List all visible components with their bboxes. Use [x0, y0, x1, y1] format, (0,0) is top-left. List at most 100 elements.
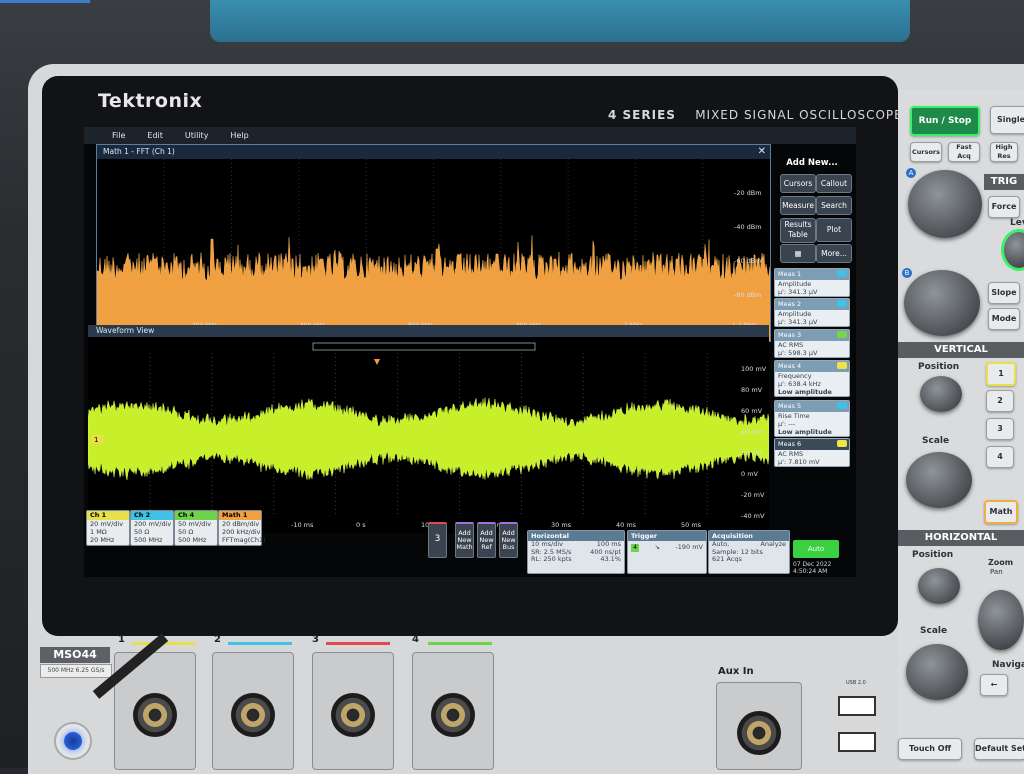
multipurpose-knob-a[interactable] [908, 170, 982, 238]
grid-icon: ▦ [794, 249, 802, 258]
input-2-color-bar [228, 642, 292, 645]
input-3-port[interactable] [312, 652, 394, 770]
single-button[interactable]: Single [990, 106, 1024, 134]
ch2-badge[interactable]: Ch 2 200 mV/div 50 Ω 500 MHz [130, 510, 174, 546]
fft-panel[interactable]: Math 1 - FFT (Ch 1) ✕ -20 dBm -40 dBm -60 … [96, 144, 771, 342]
add-new-ref-button[interactable]: Add New Ref [477, 522, 496, 558]
ch-impedance: 50 Ω [178, 528, 194, 536]
plot-button[interactable]: Plot [816, 218, 852, 242]
ch3-button[interactable]: 3 [986, 418, 1014, 440]
add-new-math-button[interactable]: Add New Math [455, 522, 474, 558]
fft-plot[interactable]: -20 dBm-40 dBm-60 dBm-80 dBm200 kHz400 k… [97, 159, 770, 341]
math-button[interactable]: Math [984, 500, 1018, 524]
ch4-button[interactable]: 4 [986, 446, 1014, 468]
callout-button[interactable]: Callout [816, 174, 852, 193]
mode-button[interactable]: Mode [988, 308, 1020, 330]
meas-badge-6[interactable]: Meas 6 AC RMS μ': 7.810 mV [774, 438, 850, 467]
measure-button[interactable]: Measure [780, 196, 816, 215]
navigate-left-button[interactable]: ← [980, 674, 1008, 696]
bnc-connector-icon [133, 693, 177, 737]
run-stop-button[interactable]: Run / Stop [910, 106, 980, 136]
meas-badge-4[interactable]: Meas 4 Frequency μ': 638.4 kHz Low ampli… [774, 360, 850, 397]
model-spec-label: 500 MHz 6.25 GS/s [40, 664, 112, 678]
horizontal-position-knob[interactable] [918, 568, 960, 604]
results-table-button[interactable]: Results Table [780, 218, 816, 243]
cursors-hw-button[interactable]: Cursors [910, 142, 942, 162]
waveform-x-tick-label: -10 ms [291, 521, 314, 529]
usb-port-2[interactable] [838, 732, 876, 752]
usb-port-1[interactable] [838, 696, 876, 716]
meas-badge-2[interactable]: Meas 2 Amplitude μ': 341.3 μV [774, 298, 850, 327]
default-setup-button[interactable]: Default Setu [974, 738, 1024, 760]
ch1-badge[interactable]: Ch 1 20 mV/div 1 MΩ 20 MHz [86, 510, 130, 546]
power-icon [64, 732, 82, 750]
more-button[interactable]: More... [816, 244, 852, 263]
zoom-label: Zoom [988, 558, 1014, 567]
close-icon[interactable]: ✕ [758, 146, 766, 158]
horizontal-panel[interactable]: Horizontal 10 ms/div 100 ms SR: 2.5 MS/s 4… [527, 530, 625, 574]
input-2-port[interactable] [212, 652, 294, 770]
knob-b-label: B [902, 268, 912, 278]
ch1-button[interactable]: 1 [986, 362, 1016, 386]
menu-edit[interactable]: Edit [147, 127, 163, 144]
ch-impedance: 1 MΩ [90, 528, 107, 536]
waveform-x-tick-label: 50 ms [681, 521, 702, 529]
vertical-position-label: Position [918, 362, 960, 372]
ch-impedance: 50 Ω [134, 528, 150, 536]
menu-help[interactable]: Help [230, 127, 248, 144]
horizontal-scale-knob[interactable] [906, 644, 968, 700]
ch-bandwidth: 500 MHz [134, 536, 163, 544]
acquisition-panel[interactable]: Acquisition Auto, Analyze Sample: 12 bits… [708, 530, 790, 574]
vertical-scale-knob[interactable] [906, 452, 972, 508]
ch-name: Math 1 [219, 511, 261, 520]
high-res-button[interactable]: High Res [990, 142, 1018, 162]
math1-badge[interactable]: Math 1 20 dBm/div 200 kHz/div FFTmag(Ch1… [218, 510, 266, 546]
add-new-bus-button[interactable]: Add New Bus [499, 522, 518, 558]
meas-type: Amplitude [778, 310, 812, 318]
ch4-badge[interactable]: Ch 4 50 mV/div 50 Ω 500 MHz [174, 510, 218, 546]
waveform-y-tick-label: 80 mV [741, 386, 763, 394]
ch1-marker-label: 1 [94, 436, 98, 444]
fft-y-tick-label: -20 dBm [734, 189, 762, 197]
meas-badge-1[interactable]: Meas 1 Amplitude μ': 341.3 μV [774, 268, 850, 297]
meas-type: Amplitude [778, 280, 812, 288]
power-button[interactable] [54, 722, 92, 760]
waveform-title: Waveform View [96, 326, 155, 335]
trigger-source: 4 [631, 543, 640, 552]
ch-scale: 20 dBm/div [222, 520, 260, 528]
waveform-view[interactable]: Waveform View 100 mV 80 mV 60 mV 40 mV 20 mV… [88, 325, 769, 533]
add-new-panel: Add New... Cursors Callout Measure Searc… [772, 158, 852, 268]
menu-file[interactable]: File [112, 127, 125, 144]
vertical-position-knob[interactable] [920, 376, 962, 412]
waveform-x-tick-label: 40 ms [616, 521, 637, 529]
waveform-y-tick-label: -20 mV [741, 491, 765, 499]
series-label: 4 SERIES MIXED SIGNAL OSCILLOSCOPE [608, 108, 903, 122]
search-button[interactable]: Search [816, 196, 852, 215]
aux-in-port[interactable] [716, 682, 802, 770]
record-overview-bar [312, 342, 536, 351]
force-trigger-button[interactable]: Force [988, 196, 1020, 218]
trigger-panel[interactable]: Trigger 4 ↘ -190 mV [627, 530, 707, 574]
menu-utility[interactable]: Utility [185, 127, 209, 144]
zoom-pan-knob[interactable] [978, 590, 1024, 650]
multipurpose-knob-b[interactable] [904, 270, 980, 336]
touch-off-button[interactable]: Touch Off [898, 738, 962, 760]
slope-button[interactable]: Slope [988, 282, 1020, 304]
trigger-title: Trigger [628, 531, 706, 541]
auto-trigger-badge[interactable]: Auto [793, 540, 839, 558]
meas-value: μ': --- [778, 420, 796, 428]
usb-label: USB 2.0 [846, 680, 866, 686]
meas-value: μ': 341.3 μV [778, 288, 818, 296]
ch2-button[interactable]: 2 [986, 390, 1014, 412]
grid-layout-button[interactable]: ▦ [780, 244, 816, 263]
trigger-level-knob[interactable] [1004, 232, 1024, 268]
channel-3-button[interactable]: 3 [428, 522, 447, 558]
meas-badge-5[interactable]: Meas 5 Rise Time μ': --- Low amplitude [774, 400, 850, 437]
waveform-plot[interactable]: 100 mV 80 mV 60 mV 40 mV 20 mV 0 mV -20 mV -40 … [88, 337, 769, 533]
cursors-button[interactable]: Cursors [780, 174, 816, 193]
fast-acq-button[interactable]: Fast Acq [948, 142, 980, 162]
fft-y-tick-label: -60 dBm [734, 257, 762, 265]
meas-badge-3[interactable]: Meas 3 AC RMS μ': 598.3 μV [774, 329, 850, 358]
level-label: Lev [1010, 218, 1024, 228]
input-4-port[interactable] [412, 652, 494, 770]
